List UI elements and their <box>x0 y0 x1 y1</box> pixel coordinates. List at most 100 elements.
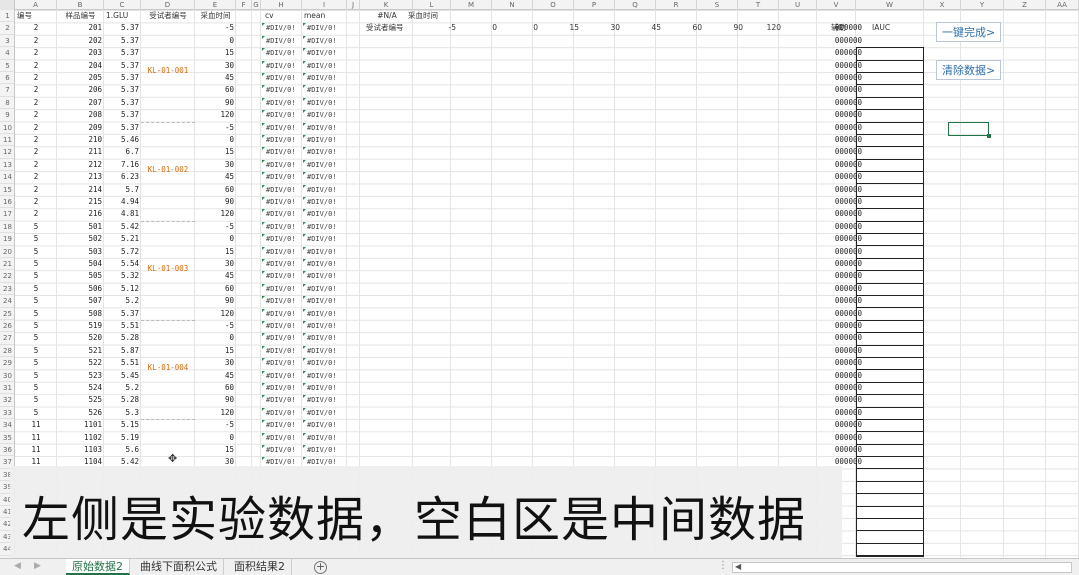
error-cell[interactable]: #DIV/0! <box>264 22 305 34</box>
data-cell-time[interactable]: 0 <box>195 35 236 47</box>
data-cell-id[interactable]: 2 <box>15 134 57 146</box>
header-cell[interactable]: 受试者编号 <box>141 10 195 22</box>
data-cell-sample[interactable]: 1101 <box>57 419 104 431</box>
row-header[interactable]: 12 <box>0 146 14 159</box>
column-header-q[interactable]: Q <box>615 0 656 10</box>
data-cell-sample[interactable]: 207 <box>57 97 104 109</box>
column-header-k[interactable]: K <box>360 0 413 10</box>
data-cell-id[interactable]: 5 <box>15 295 57 307</box>
tab-sheet-area-result[interactable]: 面积结果2 <box>228 559 292 575</box>
error-cell[interactable]: #DIV/0! <box>264 370 305 382</box>
data-cell-sample[interactable]: 205 <box>57 72 104 84</box>
error-cell[interactable]: #DIV/0! <box>264 134 305 146</box>
error-cell[interactable]: #DIV/0! <box>264 382 305 394</box>
data-cell-sample[interactable]: 202 <box>57 35 104 47</box>
error-cell[interactable]: #DIV/0! <box>264 320 305 332</box>
data-cell-id[interactable]: 5 <box>15 345 57 357</box>
data-cell-id[interactable]: 11 <box>15 419 57 431</box>
column-header-w[interactable]: W <box>856 0 924 10</box>
data-cell-sample[interactable]: 519 <box>57 320 104 332</box>
error-cell[interactable]: #DIV/0! <box>305 208 350 220</box>
header-cell[interactable]: 1.GLU <box>104 10 141 22</box>
error-cell[interactable]: #DIV/0! <box>264 47 305 59</box>
select-all-corner[interactable] <box>0 0 15 10</box>
data-cell-time[interactable]: 30 <box>195 258 236 270</box>
error-cell[interactable]: #DIV/0! <box>264 258 305 270</box>
error-cell[interactable]: #DIV/0! <box>305 60 350 72</box>
iauc-cell[interactable] <box>857 147 923 160</box>
data-cell-glu[interactable]: 5.37 <box>104 60 141 72</box>
error-cell[interactable]: #DIV/0! <box>264 332 305 344</box>
iauc-cell[interactable] <box>857 494 923 507</box>
error-cell[interactable]: #DIV/0! <box>264 345 305 357</box>
row-header[interactable]: 26 <box>0 320 14 333</box>
data-cell-glu[interactable]: 5.15 <box>104 419 141 431</box>
data-cell-glu[interactable]: 5.46 <box>104 134 141 146</box>
row-header[interactable]: 10 <box>0 122 14 134</box>
data-cell-glu[interactable]: 5.3 <box>104 407 141 419</box>
header-cell[interactable]: cv <box>263 10 304 22</box>
column-header-f[interactable]: F <box>236 0 252 10</box>
data-cell-glu[interactable]: 5.28 <box>104 394 141 406</box>
aux-cell[interactable]: 000000 <box>817 35 864 47</box>
data-cell-id[interactable]: 2 <box>15 159 57 171</box>
data-cell-glu[interactable]: 5.54 <box>104 258 141 270</box>
data-cell-glu[interactable]: 5.7 <box>104 184 141 196</box>
row-header[interactable]: 31 <box>0 382 14 395</box>
header-cell[interactable]: 编号 <box>15 10 57 22</box>
iauc-cell[interactable] <box>857 160 923 173</box>
error-cell[interactable]: #DIV/0! <box>305 35 350 47</box>
iauc-cell[interactable] <box>857 507 923 520</box>
data-cell-sample[interactable]: 210 <box>57 134 104 146</box>
time-point-cell[interactable]: 120 <box>745 22 783 34</box>
column-header-g[interactable]: G <box>252 0 261 10</box>
row-header[interactable]: 19 <box>0 233 14 246</box>
data-cell-time[interactable]: -5 <box>195 221 236 233</box>
error-cell[interactable]: #DIV/0! <box>305 332 350 344</box>
iauc-cell[interactable] <box>857 395 923 408</box>
iauc-cell[interactable] <box>857 420 923 433</box>
error-cell[interactable]: #DIV/0! <box>264 295 305 307</box>
row-header[interactable]: 9 <box>0 109 14 122</box>
header-cell[interactable]: mean <box>302 10 347 22</box>
column-header-d[interactable]: D <box>141 0 195 10</box>
tab-sheet-raw-data[interactable]: 原始数据2 <box>66 559 130 575</box>
data-cell-id[interactable]: 5 <box>15 233 57 245</box>
row-header[interactable]: 8 <box>0 97 14 110</box>
data-cell-id[interactable]: 2 <box>15 122 57 134</box>
header-cell[interactable]: #N/A <box>372 10 402 22</box>
data-cell-glu[interactable]: 7.16 <box>104 159 141 171</box>
data-cell-glu[interactable]: 5.21 <box>104 233 141 245</box>
iauc-cell[interactable] <box>857 333 923 346</box>
error-cell[interactable]: #DIV/0! <box>264 432 305 444</box>
data-cell-time[interactable]: 60 <box>195 184 236 196</box>
column-header-o[interactable]: O <box>533 0 574 10</box>
error-cell[interactable]: #DIV/0! <box>305 184 350 196</box>
data-cell-time[interactable]: 15 <box>195 246 236 258</box>
data-cell-time[interactable]: 15 <box>195 345 236 357</box>
data-cell-sample[interactable]: 203 <box>57 47 104 59</box>
error-cell[interactable]: #DIV/0! <box>305 345 350 357</box>
data-cell-id[interactable]: 2 <box>15 184 57 196</box>
data-cell-time[interactable]: 45 <box>195 270 236 282</box>
data-cell-glu[interactable]: 5.51 <box>104 357 141 369</box>
data-cell-glu[interactable]: 5.42 <box>104 221 141 233</box>
iauc-cell[interactable] <box>857 308 923 321</box>
error-cell[interactable]: #DIV/0! <box>305 419 350 431</box>
column-header-v[interactable]: V <box>817 0 856 10</box>
data-cell-id[interactable]: 2 <box>15 84 57 96</box>
data-cell-glu[interactable]: 5.72 <box>104 246 141 258</box>
data-cell-time[interactable]: 45 <box>195 370 236 382</box>
column-header-m[interactable]: M <box>451 0 492 10</box>
row-header[interactable]: 4 <box>0 47 14 60</box>
row-header[interactable]: 1 <box>0 10 14 23</box>
data-cell-time[interactable]: 120 <box>195 208 236 220</box>
column-header-aa[interactable]: AA <box>1046 0 1079 10</box>
data-cell-glu[interactable]: 5.2 <box>104 382 141 394</box>
error-cell[interactable]: #DIV/0! <box>264 246 305 258</box>
data-cell-sample[interactable]: 503 <box>57 246 104 258</box>
iauc-cell[interactable] <box>857 246 923 259</box>
error-cell[interactable]: #DIV/0! <box>305 394 350 406</box>
error-cell[interactable]: #DIV/0! <box>305 320 350 332</box>
data-cell-glu[interactable]: 5.37 <box>104 109 141 121</box>
